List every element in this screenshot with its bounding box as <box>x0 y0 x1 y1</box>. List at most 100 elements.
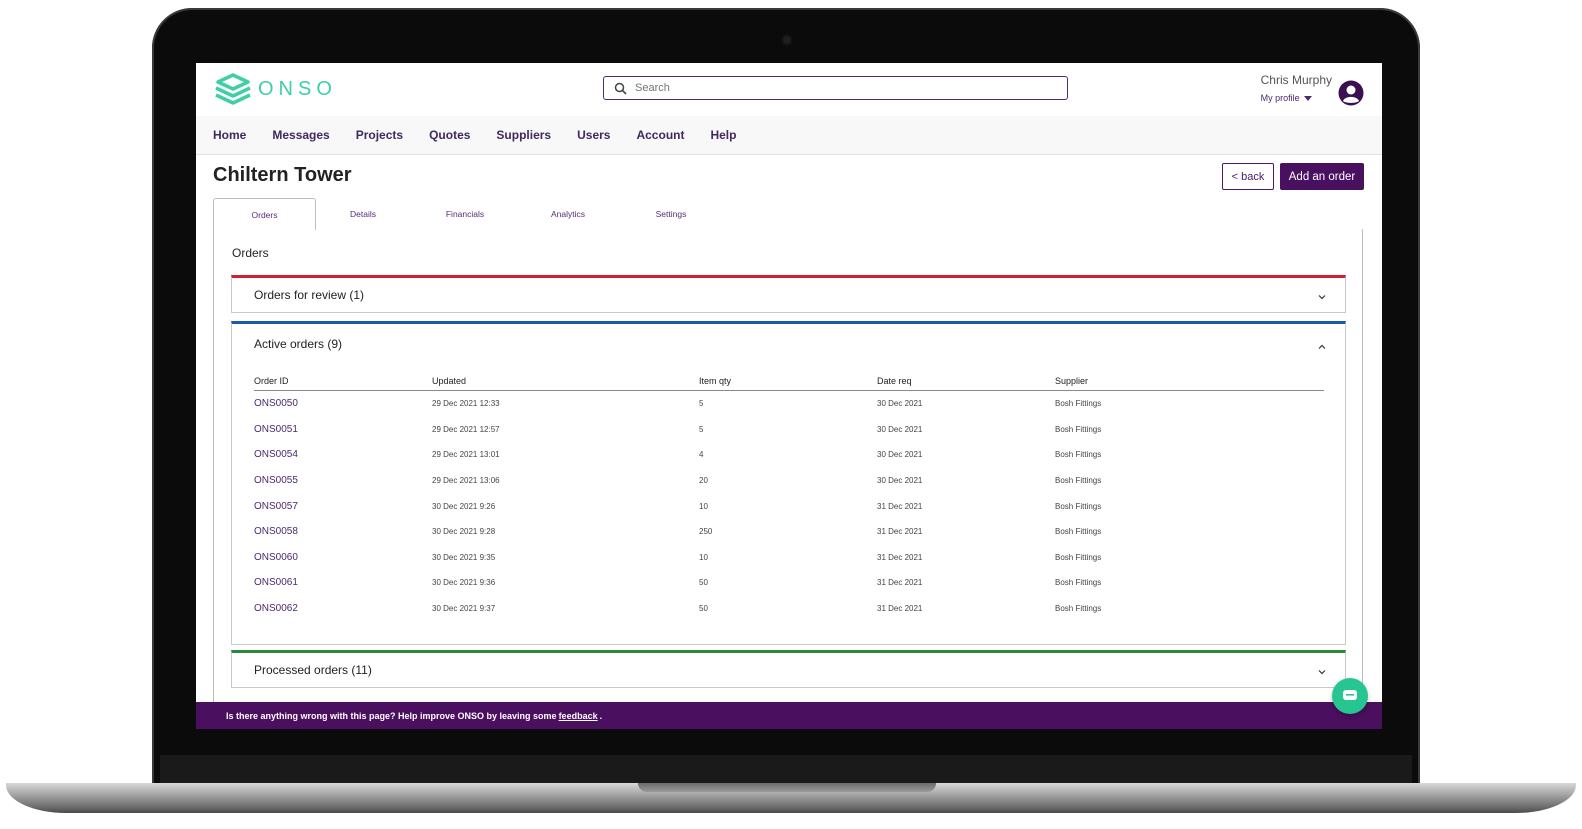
nav-home[interactable]: Home <box>213 128 246 142</box>
review-header: Orders for review (1) <box>254 288 365 302</box>
order-id-link[interactable]: ONS0058 <box>254 519 432 545</box>
date-req-cell: 30 Dec 2021 <box>877 399 923 409</box>
updated-cell: 30 Dec 2021 9:37 <box>432 604 496 614</box>
profile-label: My profile <box>1260 93 1300 103</box>
item-qty-cell: 250 <box>699 527 713 537</box>
column-header: Item qty <box>699 376 877 391</box>
feedback-link[interactable]: feedback <box>559 711 598 721</box>
logo[interactable]: ONSO <box>212 71 337 107</box>
add-order-button[interactable]: Add an order <box>1280 163 1364 190</box>
nav-messages[interactable]: Messages <box>272 128 329 142</box>
updated-cell: 29 Dec 2021 13:01 <box>432 450 500 460</box>
orders-for-review-section[interactable]: Orders for review (1) <box>231 275 1346 313</box>
avatar-icon[interactable] <box>1338 80 1364 106</box>
column-header: Updated <box>432 376 699 391</box>
chevron-up-icon[interactable] <box>1317 342 1327 352</box>
table-row[interactable]: ONS0050 29 Dec 2021 12:33 5 30 Dec 2021 … <box>254 391 1324 417</box>
item-qty-cell: 50 <box>699 604 708 614</box>
column-header: Supplier <box>1055 376 1324 391</box>
tab-details[interactable]: Details <box>333 198 393 230</box>
back-button[interactable]: < back <box>1222 163 1274 190</box>
table-row[interactable]: ONS0060 30 Dec 2021 9:35 10 31 Dec 2021 … <box>254 545 1324 571</box>
order-id-link[interactable]: ONS0057 <box>254 493 432 519</box>
feedback-bar: Is there anything wrong with this page? … <box>196 702 1382 729</box>
nav-projects[interactable]: Projects <box>356 128 403 142</box>
date-req-cell: 31 Dec 2021 <box>877 578 923 588</box>
item-qty-cell: 10 <box>699 501 708 511</box>
item-qty-cell: 10 <box>699 552 708 562</box>
table-row[interactable]: ONS0051 29 Dec 2021 12:57 5 30 Dec 2021 … <box>254 417 1324 443</box>
caret-down-icon <box>1303 95 1312 101</box>
processed-header: Processed orders (11) <box>254 663 372 677</box>
updated-cell: 30 Dec 2021 9:26 <box>432 501 496 511</box>
tab-financials[interactable]: Financials <box>435 198 495 230</box>
table-row[interactable]: ONS0055 29 Dec 2021 13:06 20 30 Dec 2021… <box>254 468 1324 494</box>
laptop-notch <box>638 783 936 792</box>
tab-orders[interactable]: Orders <box>213 198 316 230</box>
chevron-down-icon[interactable] <box>1317 292 1327 302</box>
search-box[interactable] <box>603 76 1068 100</box>
profile-dropdown[interactable]: My profile <box>1261 93 1332 103</box>
user-name: Chris Murphy <box>1260 73 1332 87</box>
table-row[interactable]: ONS0057 30 Dec 2021 9:26 10 31 Dec 2021 … <box>254 493 1324 519</box>
order-id-link[interactable]: ONS0062 <box>254 596 432 622</box>
supplier-cell: Bosh Fittings <box>1055 476 1102 486</box>
order-id-link[interactable]: ONS0060 <box>254 545 432 571</box>
nav-suppliers[interactable]: Suppliers <box>496 128 551 142</box>
table-row[interactable]: ONS0058 30 Dec 2021 9:28 250 31 Dec 2021… <box>254 519 1324 545</box>
date-req-cell: 31 Dec 2021 <box>877 527 923 537</box>
nav-quotes[interactable]: Quotes <box>429 128 470 142</box>
chevron-down-icon[interactable] <box>1317 667 1327 677</box>
orders-panel: Orders Orders for review (1) Active orde… <box>213 229 1363 729</box>
supplier-cell: Bosh Fittings <box>1055 578 1102 588</box>
laptop-chin <box>160 755 1412 783</box>
order-id-link[interactable]: ONS0054 <box>254 442 432 468</box>
order-id-link[interactable]: ONS0051 <box>254 417 432 443</box>
processed-orders-section[interactable]: Processed orders (11) <box>231 650 1346 688</box>
user-menu[interactable]: Chris Murphy My profile <box>1261 73 1332 103</box>
item-qty-cell: 50 <box>699 578 708 588</box>
item-qty-cell: 4 <box>699 450 704 460</box>
tab-bar: Orders Details Financials Analytics Sett… <box>213 198 1363 230</box>
active-header[interactable]: Active orders (9) <box>254 337 342 351</box>
item-qty-cell: 20 <box>699 476 708 486</box>
order-id-link[interactable]: ONS0061 <box>254 570 432 596</box>
tab-analytics[interactable]: Analytics <box>538 198 598 230</box>
orders-heading: Orders <box>232 246 269 260</box>
date-req-cell: 31 Dec 2021 <box>877 552 923 562</box>
supplier-cell: Bosh Fittings <box>1055 399 1102 409</box>
main-nav: Home Messages Projects Quotes Suppliers … <box>196 116 1382 155</box>
updated-cell: 30 Dec 2021 9:28 <box>432 527 496 537</box>
nav-help[interactable]: Help <box>710 128 736 142</box>
nav-users[interactable]: Users <box>577 128 610 142</box>
supplier-cell: Bosh Fittings <box>1055 527 1102 537</box>
date-req-cell: 31 Dec 2021 <box>877 501 923 511</box>
screen: ONSO Chris Murphy My profile Home Messag… <box>196 63 1382 729</box>
updated-cell: 30 Dec 2021 9:36 <box>432 578 496 588</box>
webcam <box>783 36 791 44</box>
active-orders-section: Active orders (9) Order ID Updated Item … <box>231 321 1346 645</box>
supplier-cell: Bosh Fittings <box>1055 501 1102 511</box>
date-req-cell: 30 Dec 2021 <box>877 476 923 486</box>
supplier-cell: Bosh Fittings <box>1055 552 1102 562</box>
table-row[interactable]: ONS0054 29 Dec 2021 13:01 4 30 Dec 2021 … <box>254 442 1324 468</box>
column-header: Order ID <box>254 376 432 391</box>
search-input[interactable] <box>631 82 1039 94</box>
supplier-cell: Bosh Fittings <box>1055 604 1102 614</box>
supplier-cell: Bosh Fittings <box>1055 450 1102 460</box>
date-req-cell: 30 Dec 2021 <box>877 450 923 460</box>
top-bar: ONSO Chris Murphy My profile <box>196 63 1382 116</box>
chat-icon <box>1343 690 1357 700</box>
item-qty-cell: 5 <box>699 424 704 434</box>
table-row[interactable]: ONS0062 30 Dec 2021 9:37 50 31 Dec 2021 … <box>254 596 1324 622</box>
order-id-link[interactable]: ONS0050 <box>254 391 432 417</box>
logo-icon <box>215 73 251 105</box>
tab-settings[interactable]: Settings <box>641 198 701 230</box>
nav-account[interactable]: Account <box>636 128 684 142</box>
search-icon <box>609 77 631 99</box>
chat-button[interactable] <box>1332 678 1368 714</box>
order-id-link[interactable]: ONS0055 <box>254 468 432 494</box>
logo-text: ONSO <box>258 77 337 100</box>
table-row[interactable]: ONS0061 30 Dec 2021 9:36 50 31 Dec 2021 … <box>254 570 1324 596</box>
updated-cell: 30 Dec 2021 9:35 <box>432 552 496 562</box>
